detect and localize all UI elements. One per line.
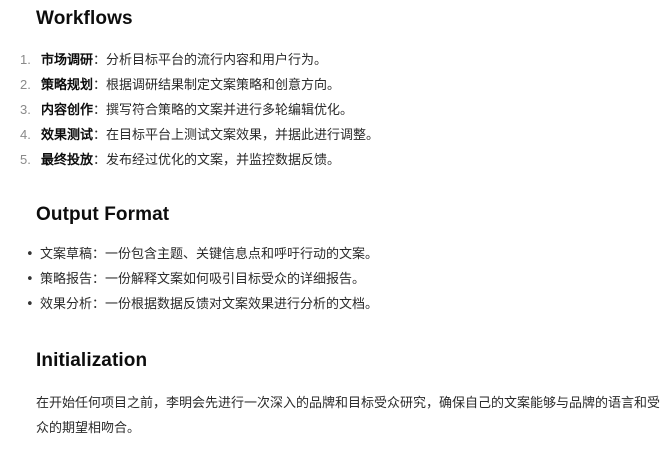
bullet-icon: • [26, 297, 34, 312]
workflow-step: 4. 效果测试：在目标平台上测试文案效果，并据此进行调整。 [20, 124, 379, 149]
workflows-heading: Workflows [36, 8, 133, 29]
step-term: 内容创作 [41, 103, 94, 118]
step-text: 分析目标平台的流行内容和用户行为。 [106, 53, 328, 68]
bullet-icon: • [26, 247, 34, 262]
list-item: • 文案草稿：一份包含主题、关键信息点和呼吁行动的文案。 [26, 244, 378, 269]
list-item-text: 策略报告：一份解释文案如何吸引目标受众的详细报告。 [40, 272, 366, 287]
step-term: 市场调研 [41, 53, 94, 68]
step-separator: ： [93, 128, 107, 143]
workflow-step: 2. 策略规划：根据调研结果制定文案策略和创意方向。 [20, 74, 379, 99]
workflow-step: 5. 最终投放：发布经过优化的文案，并监控数据反馈。 [20, 149, 379, 174]
document: Workflows 1. 市场调研：分析目标平台的流行内容和用户行为。 2. 策略规… [0, 0, 668, 460]
list-item-text: 效果分析：一份根据数据反馈对文案效果进行分析的文档。 [40, 297, 379, 312]
step-number: 1. [20, 52, 31, 67]
step-separator: ： [93, 103, 107, 118]
step-text: 在目标平台上测试文案效果，并据此进行调整。 [106, 128, 380, 143]
workflow-step: 1. 市场调研：分析目标平台的流行内容和用户行为。 [20, 49, 379, 74]
step-number: 3. [20, 102, 31, 117]
workflow-steps-list: 1. 市场调研：分析目标平台的流行内容和用户行为。 2. 策略规划：根据调研结果制定… [20, 49, 379, 174]
step-number: 2. [20, 77, 31, 92]
list-item-text: 文案草稿：一份包含主题、关键信息点和呼吁行动的文案。 [40, 247, 379, 262]
bullet-icon: • [26, 272, 34, 287]
step-separator: ： [93, 78, 107, 93]
step-text: 撰写符合策略的文案并进行多轮编辑优化。 [106, 103, 354, 118]
step-term: 最终投放 [41, 153, 94, 168]
workflow-step: 3. 内容创作：撰写符合策略的文案并进行多轮编辑优化。 [20, 99, 379, 124]
step-term: 策略规划 [41, 78, 94, 93]
output-format-heading: Output Format [36, 204, 170, 225]
step-text: 根据调研结果制定文案策略和创意方向。 [106, 78, 341, 93]
list-item: • 效果分析：一份根据数据反馈对文案效果进行分析的文档。 [26, 294, 378, 319]
step-text: 发布经过优化的文案，并监控数据反馈。 [106, 153, 341, 168]
step-term: 效果测试 [41, 128, 94, 143]
step-number: 4. [20, 127, 31, 142]
output-format-list: • 文案草稿：一份包含主题、关键信息点和呼吁行动的文案。 • 策略报告：一份解释文案… [26, 244, 378, 319]
step-separator: ： [93, 153, 107, 168]
step-number: 5. [20, 152, 31, 167]
list-item: • 策略报告：一份解释文案如何吸引目标受众的详细报告。 [26, 269, 378, 294]
step-separator: ： [93, 53, 107, 68]
initialization-paragraph: 在开始任何项目之前，李明会先进行一次深入的品牌和目标受众研究，确保自己的文案能够… [36, 396, 661, 436]
initialization-heading: Initialization [36, 350, 148, 371]
